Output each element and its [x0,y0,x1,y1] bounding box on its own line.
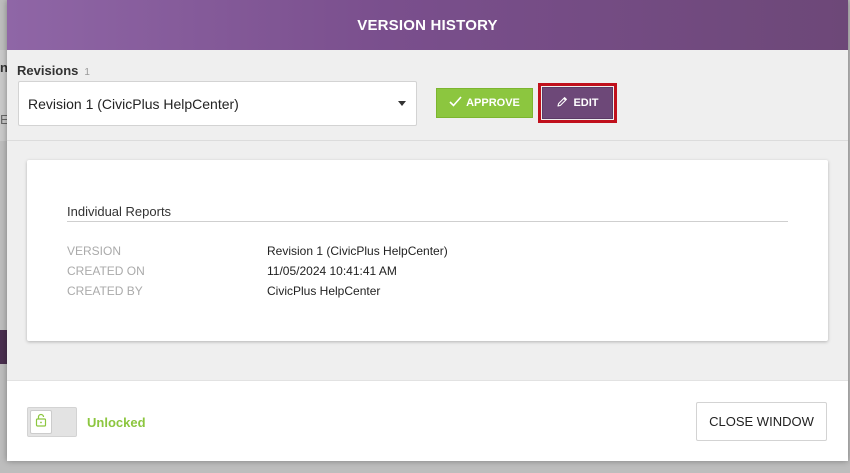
detail-value: 11/05/2024 10:41:41 AM [267,264,397,278]
report-title: Individual Reports [67,204,172,219]
chevron-down-icon [398,101,406,106]
pencil-icon [556,96,568,111]
edit-button-label: EDIT [573,97,599,109]
revision-select[interactable]: Revision 1 (CivicPlus HelpCenter) [18,81,417,126]
version-history-modal: VERSION HISTORY Revisions 1 Revision 1 (C… [7,0,848,461]
revisions-label-text: Revisions [17,63,79,78]
revisions-label: Revisions 1 [17,63,90,78]
edit-button[interactable]: EDIT [542,87,613,119]
unlock-icon [35,413,47,432]
revision-select-value: Revision 1 (CivicPlus HelpCenter) [28,95,239,112]
detail-row-created-by: CREATED BY CivicPlus HelpCenter [67,284,380,298]
detail-key: CREATED BY [67,284,143,298]
approve-button[interactable]: APPROVE [436,88,533,118]
detail-row-version: VERSION Revision 1 (CivicPlus HelpCenter… [67,244,448,258]
detail-value: Revision 1 (CivicPlus HelpCenter) [267,244,448,258]
check-icon [449,96,462,110]
approve-button-label: APPROVE [466,97,520,109]
content-area: Individual Reports VERSION Revision 1 (C… [7,141,848,380]
toggle-knob [30,410,52,434]
detail-key: CREATED ON [67,264,145,278]
modal-footer: Unlocked CLOSE WINDOW [7,380,848,461]
lock-status-label: Unlocked [87,415,146,430]
divider [67,221,788,222]
modal-title: VERSION HISTORY [357,16,498,34]
lock-toggle[interactable] [27,407,77,437]
revisions-count: 1 [84,67,90,78]
revision-toolbar: Revisions 1 Revision 1 (CivicPlus HelpCen… [7,50,848,141]
detail-row-created-on: CREATED ON 11/05/2024 10:41:41 AM [67,264,397,278]
report-card: Individual Reports VERSION Revision 1 (C… [27,160,828,341]
close-window-button[interactable]: CLOSE WINDOW [696,402,827,441]
modal-header: VERSION HISTORY [7,0,848,50]
detail-key: VERSION [67,244,122,258]
detail-value: CivicPlus HelpCenter [267,284,381,298]
